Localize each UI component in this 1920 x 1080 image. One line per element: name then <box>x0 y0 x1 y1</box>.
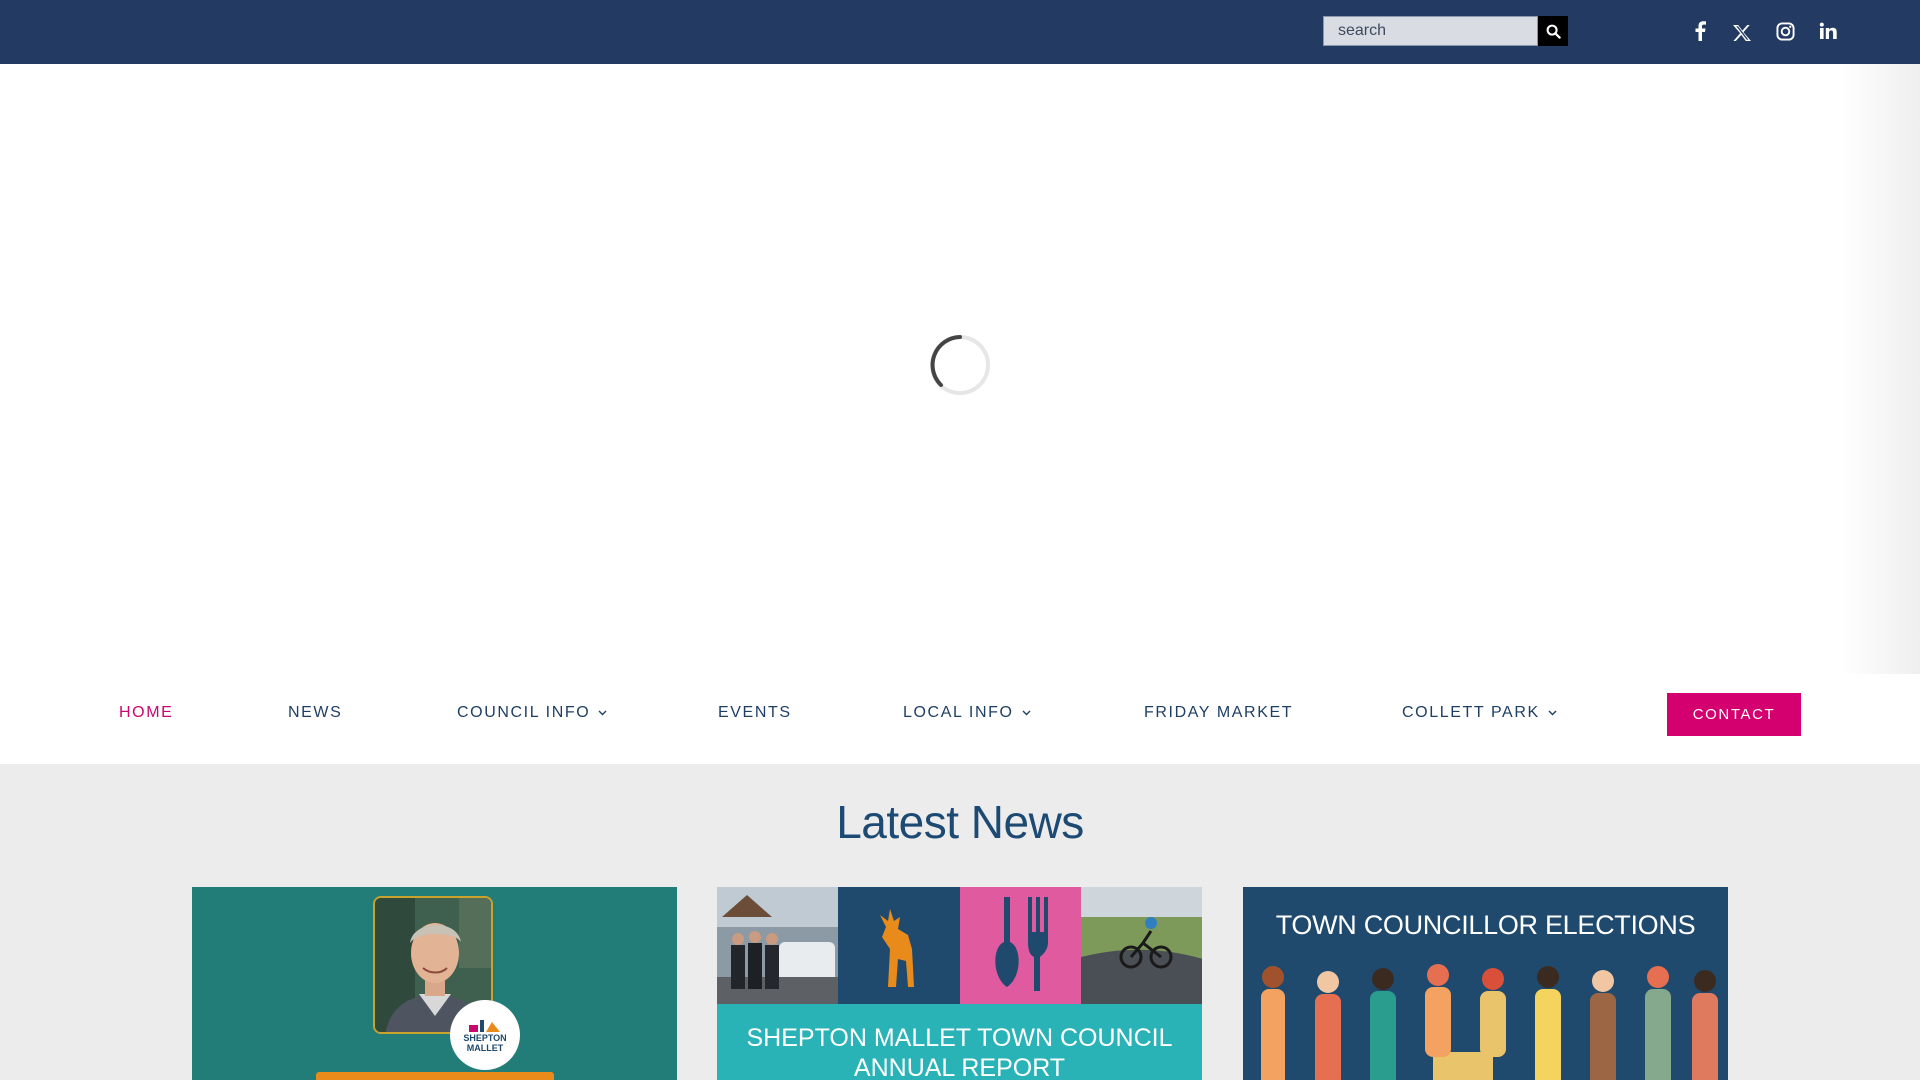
nav-news[interactable]: NEWS <box>288 702 342 724</box>
nav-council-info[interactable]: COUNCIL INFO <box>457 702 607 724</box>
search-icon <box>1546 24 1561 39</box>
card-banner-bar <box>316 1072 554 1080</box>
hero-edge-fade <box>1840 64 1920 764</box>
x-link[interactable] <box>1727 18 1757 48</box>
loading-spinner-icon <box>930 335 990 395</box>
shepton-mallet-logo: SHEPTON MALLET <box>450 1000 520 1070</box>
nav-council-info-label: COUNCIL INFO <box>457 704 591 721</box>
instagram-link[interactable] <box>1770 16 1800 46</box>
garden-tools-tile <box>959 887 1081 1004</box>
elections-heading: TOWN COUNCILLOR ELECTIONS <box>1275 910 1696 940</box>
news-card-elections[interactable]: TOWN COUNCILLOR ELECTIONS <box>1243 887 1728 1080</box>
top-bar <box>0 0 1920 64</box>
latest-news-title: Latest News <box>836 796 1084 848</box>
annual-report-heading: SHEPTON MALLET TOWN COUNCIL ANNUAL REPOR… <box>717 1023 1202 1080</box>
instagram-icon <box>1775 21 1795 41</box>
search-input[interactable] <box>1323 16 1538 46</box>
logo-text-line2: MALLET <box>466 1043 504 1053</box>
nav-news-label: NEWS <box>288 704 343 721</box>
x-icon <box>1733 25 1751 41</box>
voters-illustration <box>1261 964 1718 1080</box>
nav-home-label: HOME <box>119 704 174 721</box>
news-card-annual-report[interactable]: SHEPTON MALLET TOWN COUNCIL ANNUAL REPOR… <box>717 887 1202 1080</box>
contact-button[interactable]: CONTACT <box>1667 693 1801 736</box>
nav-events-label: EVENTS <box>718 704 792 721</box>
facebook-icon <box>1695 21 1706 41</box>
annual-report-line1: SHEPTON MALLET TOWN COUNCIL <box>746 1024 1173 1052</box>
report-image-strip <box>717 887 1202 1004</box>
chevron-down-icon <box>1548 710 1557 716</box>
deer-tile <box>838 887 960 1004</box>
nav-collett-park[interactable]: COLLETT PARK <box>1402 702 1557 724</box>
nav-friday-market-label: FRIDAY MARKET <box>1144 704 1294 721</box>
nav-collett-park-label: COLLETT PARK <box>1402 704 1540 721</box>
chevron-down-icon <box>1022 710 1031 716</box>
nav-local-info[interactable]: LOCAL INFO <box>903 702 1031 724</box>
linkedin-link[interactable] <box>1813 16 1843 46</box>
annual-report-line2: ANNUAL REPORT <box>853 1054 1066 1080</box>
team-photo-tile <box>717 887 839 1004</box>
chevron-down-icon <box>598 710 607 716</box>
news-card-councillor[interactable]: SHEPTON MALLET <box>192 887 677 1080</box>
search-form <box>1323 16 1568 46</box>
search-button[interactable] <box>1538 16 1568 46</box>
linkedin-icon <box>1819 22 1837 39</box>
nav-local-info-label: LOCAL INFO <box>903 704 1014 721</box>
nav-friday-market[interactable]: FRIDAY MARKET <box>1144 702 1293 724</box>
cyclist-photo-tile <box>1080 887 1202 1004</box>
nav-events[interactable]: EVENTS <box>718 702 792 724</box>
logo-text-line1: SHEPTON <box>463 1033 507 1043</box>
facebook-link[interactable] <box>1685 16 1715 46</box>
nav-home[interactable]: HOME <box>119 702 173 724</box>
